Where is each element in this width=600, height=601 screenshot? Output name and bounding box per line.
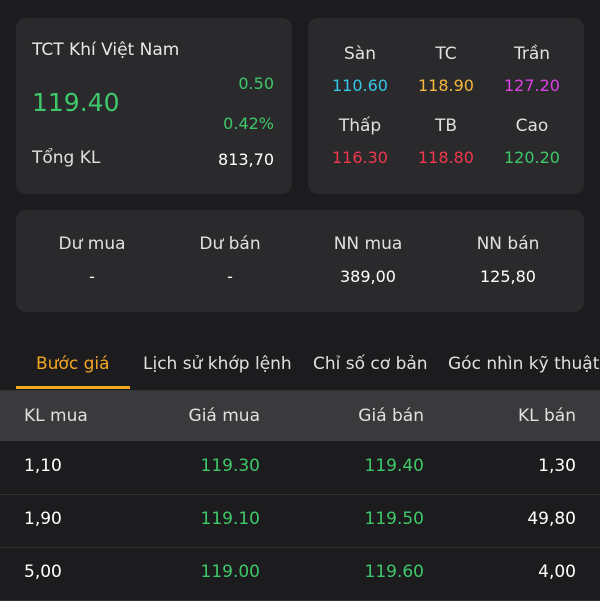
bid-price: 119.30 — [200, 456, 260, 476]
tab-fundamentals[interactable]: Chỉ số cơ bản — [313, 354, 428, 374]
reference-value: 118.90 — [418, 76, 474, 95]
tab-match-history[interactable]: Lịch sử khớp lệnh — [143, 354, 292, 374]
ask-volume: 1,30 — [538, 456, 576, 476]
bid-surplus-value: - — [89, 267, 95, 286]
tab-price-steps[interactable]: Bước giá — [36, 354, 110, 374]
average-label: TB — [434, 116, 458, 136]
floor-label: Sàn — [344, 44, 376, 64]
table-row: 1,90 119.10 119.50 49,80 — [0, 494, 600, 548]
header-ask-volume: KL bán — [517, 406, 576, 426]
ask-surplus-value: - — [227, 267, 233, 286]
table-row: 1,10 119.30 119.40 1,30 — [0, 441, 600, 495]
low-value: 116.30 — [332, 148, 388, 167]
foreign-buy-value: 389,00 — [340, 267, 396, 286]
bid-volume: 5,00 — [24, 562, 62, 582]
ask-price: 119.60 — [364, 562, 424, 582]
price-range-card: Sàn 110.60 TC 118.90 Trần 127.20 Thấp 11… — [308, 18, 584, 194]
floor-value: 110.60 — [332, 76, 388, 95]
header-bid-price: Giá mua — [188, 406, 260, 426]
low-label: Thấp — [338, 116, 382, 136]
active-tab-indicator — [16, 386, 130, 389]
bid-surplus-label: Dư mua — [58, 234, 126, 254]
bid-price: 119.10 — [200, 509, 260, 529]
current-price: 119.40 — [32, 88, 120, 117]
ask-volume: 4,00 — [538, 562, 576, 582]
header-bid-volume: KL mua — [24, 406, 88, 426]
ask-volume: 49,80 — [527, 509, 576, 529]
quote-card: TCT Khí Việt Nam 119.40 0.50 0.42% Tổng … — [16, 18, 292, 194]
table-row: 5,00 119.00 119.60 4,00 — [0, 547, 600, 601]
foreign-trading-card: Dư mua - Dư bán - NN mua 389,00 NN bán 1… — [16, 210, 584, 312]
ceiling-label: Trần — [513, 44, 551, 64]
price-change: 0.50 — [238, 74, 274, 93]
tab-technical-view[interactable]: Góc nhìn kỹ thuật — [448, 354, 599, 374]
high-label: Cao — [515, 116, 549, 136]
total-volume-label: Tổng KL — [32, 148, 101, 168]
bid-price: 119.00 — [200, 562, 260, 582]
foreign-sell-label: NN bán — [476, 234, 540, 254]
bid-volume: 1,10 — [24, 456, 62, 476]
company-name: TCT Khí Việt Nam — [32, 40, 180, 60]
price-change-percent: 0.42% — [223, 114, 274, 133]
bid-volume: 1,90 — [24, 509, 62, 529]
ask-price: 119.50 — [364, 509, 424, 529]
high-value: 120.20 — [504, 148, 560, 167]
ceiling-value: 127.20 — [504, 76, 560, 95]
order-book-header: KL mua Giá mua Giá bán KL bán — [0, 391, 600, 441]
average-value: 118.80 — [418, 148, 474, 167]
ask-surplus-label: Dư bán — [199, 234, 261, 254]
total-volume-value: 813,70 — [218, 150, 274, 169]
foreign-sell-value: 125,80 — [480, 267, 536, 286]
foreign-buy-label: NN mua — [333, 234, 403, 254]
tab-bar: Bước giá Lịch sử khớp lệnh Chỉ số cơ bản… — [0, 340, 600, 391]
header-ask-price: Giá bán — [358, 406, 424, 426]
reference-label: TC — [435, 44, 457, 64]
ask-price: 119.40 — [364, 456, 424, 476]
